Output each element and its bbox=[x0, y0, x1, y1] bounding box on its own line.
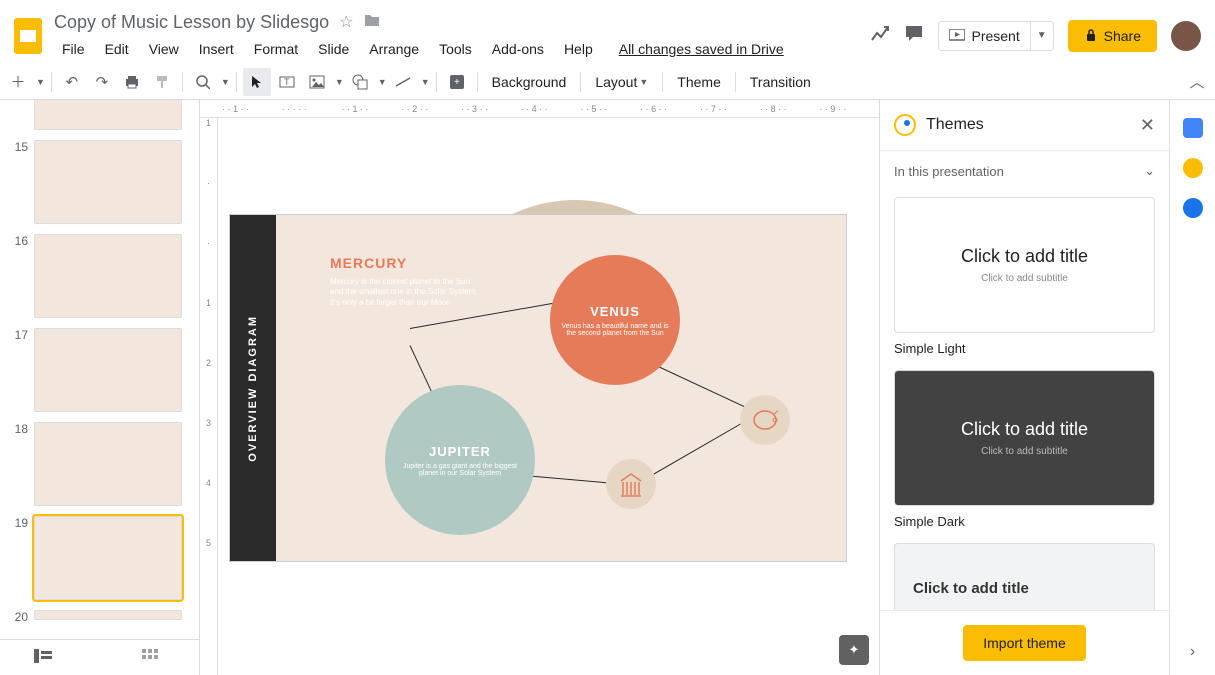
vertical-ruler: 1··12345 bbox=[200, 118, 218, 675]
menu-help[interactable]: Help bbox=[556, 37, 601, 61]
thumb-20[interactable]: 20 bbox=[10, 610, 189, 624]
mercury-text: Mercury is the closest planet to the Sun… bbox=[330, 277, 480, 308]
paint-format-icon[interactable] bbox=[148, 68, 176, 96]
thumb-17[interactable]: 17 bbox=[10, 328, 189, 412]
activity-icon[interactable] bbox=[870, 24, 890, 49]
close-icon[interactable]: ✕ bbox=[1140, 115, 1155, 136]
theme-section-presentation[interactable]: In this presentation ⌄ bbox=[880, 151, 1169, 191]
filmstrip-view-icon[interactable] bbox=[34, 649, 52, 666]
jupiter-heading: JUPITER bbox=[429, 444, 491, 459]
keep-app-icon[interactable] bbox=[1183, 158, 1203, 178]
mercury-block[interactable]: MERCURY Mercury is the closest planet to… bbox=[330, 255, 480, 308]
building-icon[interactable] bbox=[606, 459, 656, 509]
menu-file[interactable]: File bbox=[54, 37, 93, 61]
mercury-heading: MERCURY bbox=[330, 255, 480, 271]
present-dropdown-icon[interactable]: ▼ bbox=[1030, 22, 1053, 50]
comment-icon[interactable]: + bbox=[443, 68, 471, 96]
save-status[interactable]: All changes saved in Drive bbox=[611, 37, 792, 61]
textbox-icon[interactable]: T bbox=[273, 68, 301, 96]
shape-icon[interactable] bbox=[346, 68, 374, 96]
filmstrip[interactable]: 15 16 17 18 19 20 bbox=[0, 100, 200, 675]
menu-format[interactable]: Format bbox=[246, 37, 306, 61]
slide-sidebar-title[interactable]: OVERVIEW DIAGRAM bbox=[230, 215, 276, 561]
menu-arrange[interactable]: Arrange bbox=[361, 37, 427, 61]
theme-button[interactable]: Theme bbox=[669, 68, 729, 96]
present-button[interactable]: Present bbox=[939, 22, 1029, 50]
canvas-area[interactable]: · · 1 · ·· · · · ·· · 1 · ·· · 2 · ·· · … bbox=[200, 100, 879, 675]
thumb-19[interactable]: 19 bbox=[10, 516, 189, 600]
thumb-18[interactable]: 18 bbox=[10, 422, 189, 506]
share-label: Share bbox=[1104, 28, 1141, 44]
venus-circle[interactable]: VENUS Venus has a beautiful name and is … bbox=[550, 255, 680, 385]
theme-streamline[interactable]: Click to add title Click to add subtitle bbox=[894, 543, 1155, 610]
account-avatar[interactable] bbox=[1171, 21, 1201, 51]
venus-text: Venus has a beautiful name and is the se… bbox=[560, 323, 670, 337]
svg-text:T: T bbox=[284, 77, 290, 87]
calendar-app-icon[interactable] bbox=[1183, 118, 1203, 138]
slide-canvas[interactable]: OVERVIEW DIAGRAM MERCURY Mercury is the … bbox=[230, 215, 846, 561]
menu-edit[interactable]: Edit bbox=[97, 37, 137, 61]
new-slide-dropdown-icon[interactable]: ▼ bbox=[36, 77, 45, 87]
venus-heading: VENUS bbox=[590, 304, 640, 319]
svg-text:+: + bbox=[454, 77, 460, 88]
comments-icon[interactable] bbox=[904, 24, 924, 49]
background-button[interactable]: Background bbox=[484, 68, 575, 96]
menu-view[interactable]: View bbox=[141, 37, 187, 61]
theme-simple-dark[interactable]: Click to add title Click to add subtitle… bbox=[894, 370, 1155, 529]
redo-icon[interactable]: ↷ bbox=[88, 68, 116, 96]
image-icon[interactable] bbox=[303, 68, 331, 96]
menu-insert[interactable]: Insert bbox=[191, 37, 242, 61]
explore-icon[interactable]: ✦ bbox=[839, 635, 869, 665]
doc-title[interactable]: Copy of Music Lesson by Slidesgo bbox=[54, 12, 329, 33]
new-slide-icon[interactable]: ＋ bbox=[4, 68, 32, 96]
grid-view-icon[interactable] bbox=[142, 649, 158, 666]
expand-sidepanel-icon[interactable]: › bbox=[1190, 643, 1195, 661]
themes-panel-title: Themes bbox=[926, 116, 1130, 134]
transition-button[interactable]: Transition bbox=[742, 68, 819, 96]
chevron-down-icon: ⌄ bbox=[1144, 163, 1155, 179]
layout-button[interactable]: Layout▼ bbox=[587, 68, 656, 96]
view-toggle-bar bbox=[0, 639, 200, 675]
move-folder-icon[interactable] bbox=[364, 13, 380, 32]
select-tool-icon[interactable] bbox=[243, 68, 271, 96]
print-icon[interactable] bbox=[118, 68, 146, 96]
menu-addons[interactable]: Add-ons bbox=[484, 37, 552, 61]
present-label: Present bbox=[971, 28, 1019, 44]
horizontal-ruler: · · 1 · ·· · · · ·· · 1 · ·· · 2 · ·· · … bbox=[200, 100, 879, 118]
thumb-16[interactable]: 16 bbox=[10, 234, 189, 318]
star-icon[interactable]: ☆ bbox=[339, 12, 353, 32]
drum-icon[interactable] bbox=[740, 395, 790, 445]
thumb-15[interactable]: 15 bbox=[10, 140, 189, 224]
menu-tools[interactable]: Tools bbox=[431, 37, 480, 61]
jupiter-circle[interactable]: JUPITER Jupiter is a gas giant and the b… bbox=[385, 385, 535, 535]
collapse-toolbar-icon[interactable]: ︿ bbox=[1183, 68, 1211, 96]
zoom-icon[interactable] bbox=[189, 68, 217, 96]
import-theme-button[interactable]: Import theme bbox=[963, 625, 1085, 661]
line-icon[interactable] bbox=[389, 68, 417, 96]
jupiter-text: Jupiter is a gas giant and the biggest p… bbox=[397, 463, 523, 477]
menu-slide[interactable]: Slide bbox=[310, 37, 357, 61]
undo-icon[interactable]: ↶ bbox=[58, 68, 86, 96]
theme-simple-light[interactable]: Click to add title Click to add subtitle… bbox=[894, 197, 1155, 356]
tasks-app-icon[interactable] bbox=[1183, 198, 1203, 218]
themes-palette-icon bbox=[894, 114, 916, 136]
share-button[interactable]: Share bbox=[1068, 20, 1157, 52]
slides-logo[interactable] bbox=[8, 16, 48, 56]
